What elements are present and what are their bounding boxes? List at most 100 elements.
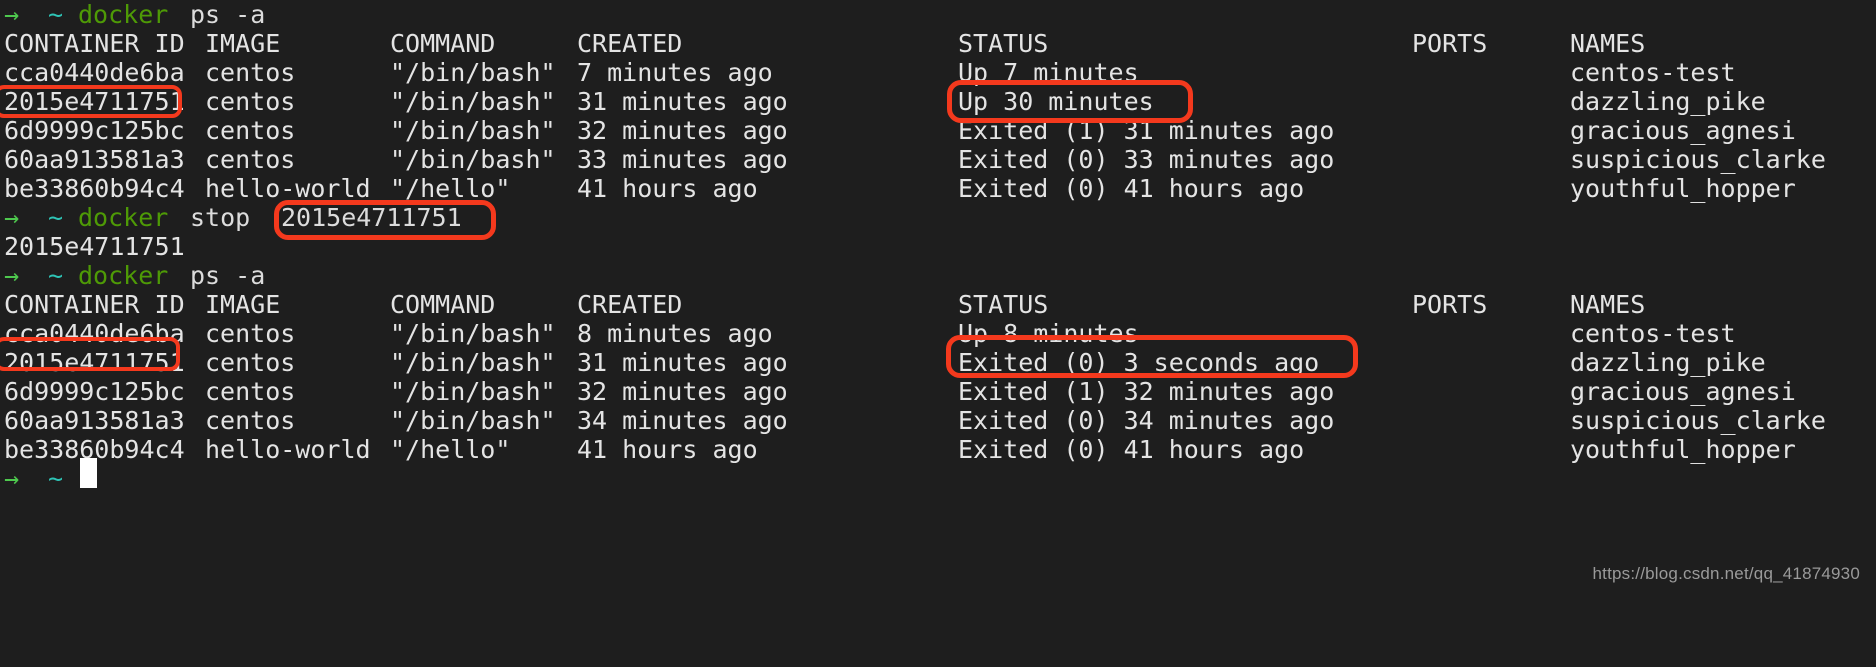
cell-container-id: be33860b94c4 bbox=[4, 174, 185, 203]
col-header-status: STATUS bbox=[958, 29, 1049, 58]
cell-status: Exited (0) 41 hours ago bbox=[958, 174, 1305, 203]
cell-container-id: 60aa913581a3 bbox=[4, 145, 185, 174]
table-row: 60aa913581a3 centos "/bin/bash" 33 minut… bbox=[0, 145, 1876, 174]
cell-status: Exited (0) 33 minutes ago bbox=[958, 145, 1335, 174]
col-header-image: IMAGE bbox=[205, 29, 281, 58]
prompt-arrow-icon: → bbox=[4, 464, 20, 493]
cell-command: "/bin/bash" bbox=[390, 58, 556, 87]
col-header-container-id: CONTAINER ID bbox=[4, 290, 185, 319]
command-program: docker bbox=[78, 0, 169, 29]
cell-names: youthful_hopper bbox=[1570, 174, 1796, 203]
prompt-path-tilde: ~ bbox=[48, 203, 64, 232]
cell-status: Exited (0) 34 minutes ago bbox=[958, 406, 1335, 435]
table-row: 6d9999c125bc centos "/bin/bash" 32 minut… bbox=[0, 377, 1876, 406]
prompt-path-tilde: ~ bbox=[48, 261, 64, 290]
prompt-arrow-icon: → bbox=[4, 203, 20, 232]
cell-image: hello-world bbox=[205, 174, 371, 203]
col-header-status: STATUS bbox=[958, 290, 1049, 319]
col-header-names: NAMES bbox=[1570, 29, 1646, 58]
table-header-2: CONTAINER ID IMAGE COMMAND CREATED STATU… bbox=[0, 290, 1876, 319]
prompt-arrow-icon: → bbox=[4, 261, 20, 290]
cell-command: "/hello" bbox=[390, 174, 511, 203]
cell-status: Exited (1) 31 minutes ago bbox=[958, 116, 1335, 145]
cell-image: centos bbox=[205, 116, 296, 145]
cell-command: "/bin/bash" bbox=[390, 319, 556, 348]
watermark-text: https://blog.csdn.net/qq_41874930 bbox=[1592, 564, 1860, 583]
cell-names: suspicious_clarke bbox=[1570, 145, 1826, 174]
command-args: ps -a bbox=[190, 261, 266, 290]
cell-created: 31 minutes ago bbox=[577, 348, 788, 377]
command-program: docker bbox=[78, 203, 169, 232]
cell-image: centos bbox=[205, 377, 296, 406]
cell-names: dazzling_pike bbox=[1570, 348, 1766, 377]
cell-command: "/hello" bbox=[390, 435, 511, 464]
prompt-line-3: → ~ docker ps -a bbox=[0, 261, 1876, 290]
prompt-line-1: → ~ docker ps -a bbox=[0, 0, 1876, 29]
cell-command: "/bin/bash" bbox=[390, 116, 556, 145]
cell-created: 41 hours ago bbox=[577, 174, 758, 203]
table-row: cca0440de6ba centos "/bin/bash" 8 minute… bbox=[0, 319, 1876, 348]
cell-image: centos bbox=[205, 87, 296, 116]
table-row: 2015e4711751 centos "/bin/bash" 31 minut… bbox=[0, 348, 1876, 377]
cell-names: dazzling_pike bbox=[1570, 87, 1766, 116]
col-header-ports: PORTS bbox=[1412, 290, 1488, 319]
col-header-created: CREATED bbox=[577, 29, 683, 58]
command-args: stop bbox=[190, 203, 251, 232]
cell-status: Exited (0) 41 hours ago bbox=[958, 435, 1305, 464]
col-header-image: IMAGE bbox=[205, 290, 281, 319]
table-row: be33860b94c4 hello-world "/hello" 41 hou… bbox=[0, 174, 1876, 203]
cell-image: centos bbox=[205, 348, 296, 377]
command-target-container-id: 2015e4711751 bbox=[281, 203, 462, 232]
col-header-created: CREATED bbox=[577, 290, 683, 319]
terminal-window[interactable]: → ~ docker ps -a CONTAINER ID IMAGE COMM… bbox=[0, 0, 1876, 596]
cell-image: centos bbox=[205, 319, 296, 348]
cell-image: centos bbox=[205, 145, 296, 174]
cell-container-id: 2015e4711751 bbox=[4, 87, 185, 116]
cell-command: "/bin/bash" bbox=[390, 87, 556, 116]
cell-created: 7 minutes ago bbox=[577, 58, 773, 87]
cell-command: "/bin/bash" bbox=[390, 377, 556, 406]
cell-created: 41 hours ago bbox=[577, 435, 758, 464]
cell-command: "/bin/bash" bbox=[390, 145, 556, 174]
table-row: 2015e4711751 centos "/bin/bash" 31 minut… bbox=[0, 87, 1876, 116]
cell-names: centos-test bbox=[1570, 58, 1736, 87]
table-header-1: CONTAINER ID IMAGE COMMAND CREATED STATU… bbox=[0, 29, 1876, 58]
cell-container-id: 6d9999c125bc bbox=[4, 116, 185, 145]
cell-container-id: cca0440de6ba bbox=[4, 58, 185, 87]
cell-status: Exited (0) 3 seconds ago bbox=[958, 348, 1320, 377]
cell-status: Up 8 minutes bbox=[958, 319, 1139, 348]
col-header-ports: PORTS bbox=[1412, 29, 1488, 58]
command-program: docker bbox=[78, 261, 169, 290]
text-cursor[interactable] bbox=[80, 458, 97, 488]
table-row: cca0440de6ba centos "/bin/bash" 7 minute… bbox=[0, 58, 1876, 87]
col-header-names: NAMES bbox=[1570, 290, 1646, 319]
cell-created: 8 minutes ago bbox=[577, 319, 773, 348]
table-row: be33860b94c4 hello-world "/hello" 41 hou… bbox=[0, 435, 1876, 464]
command-args: ps -a bbox=[190, 0, 266, 29]
col-header-container-id: CONTAINER ID bbox=[4, 29, 185, 58]
cell-status: Up 30 minutes bbox=[958, 87, 1154, 116]
cell-created: 31 minutes ago bbox=[577, 87, 788, 116]
cell-status: Exited (1) 32 minutes ago bbox=[958, 377, 1335, 406]
cell-created: 32 minutes ago bbox=[577, 377, 788, 406]
prompt-line-4[interactable]: → ~ bbox=[0, 464, 1876, 493]
cell-names: youthful_hopper bbox=[1570, 435, 1796, 464]
cell-container-id: 60aa913581a3 bbox=[4, 406, 185, 435]
cell-container-id: 6d9999c125bc bbox=[4, 377, 185, 406]
cell-container-id: cca0440de6ba bbox=[4, 319, 185, 348]
cell-command: "/bin/bash" bbox=[390, 348, 556, 377]
cell-names: gracious_agnesi bbox=[1570, 116, 1796, 145]
cell-created: 33 minutes ago bbox=[577, 145, 788, 174]
cell-created: 34 minutes ago bbox=[577, 406, 788, 435]
cell-names: centos-test bbox=[1570, 319, 1736, 348]
stop-output-line: 2015e4711751 bbox=[0, 232, 1876, 261]
cell-command: "/bin/bash" bbox=[390, 406, 556, 435]
cell-status: Up 7 minutes bbox=[958, 58, 1139, 87]
cell-image: centos bbox=[205, 406, 296, 435]
prompt-path-tilde: ~ bbox=[48, 0, 64, 29]
table-row: 60aa913581a3 centos "/bin/bash" 34 minut… bbox=[0, 406, 1876, 435]
cell-names: gracious_agnesi bbox=[1570, 377, 1796, 406]
prompt-line-2: → ~ docker stop 2015e4711751 bbox=[0, 203, 1876, 232]
cell-names: suspicious_clarke bbox=[1570, 406, 1826, 435]
cell-container-id: 2015e4711751 bbox=[4, 348, 185, 377]
